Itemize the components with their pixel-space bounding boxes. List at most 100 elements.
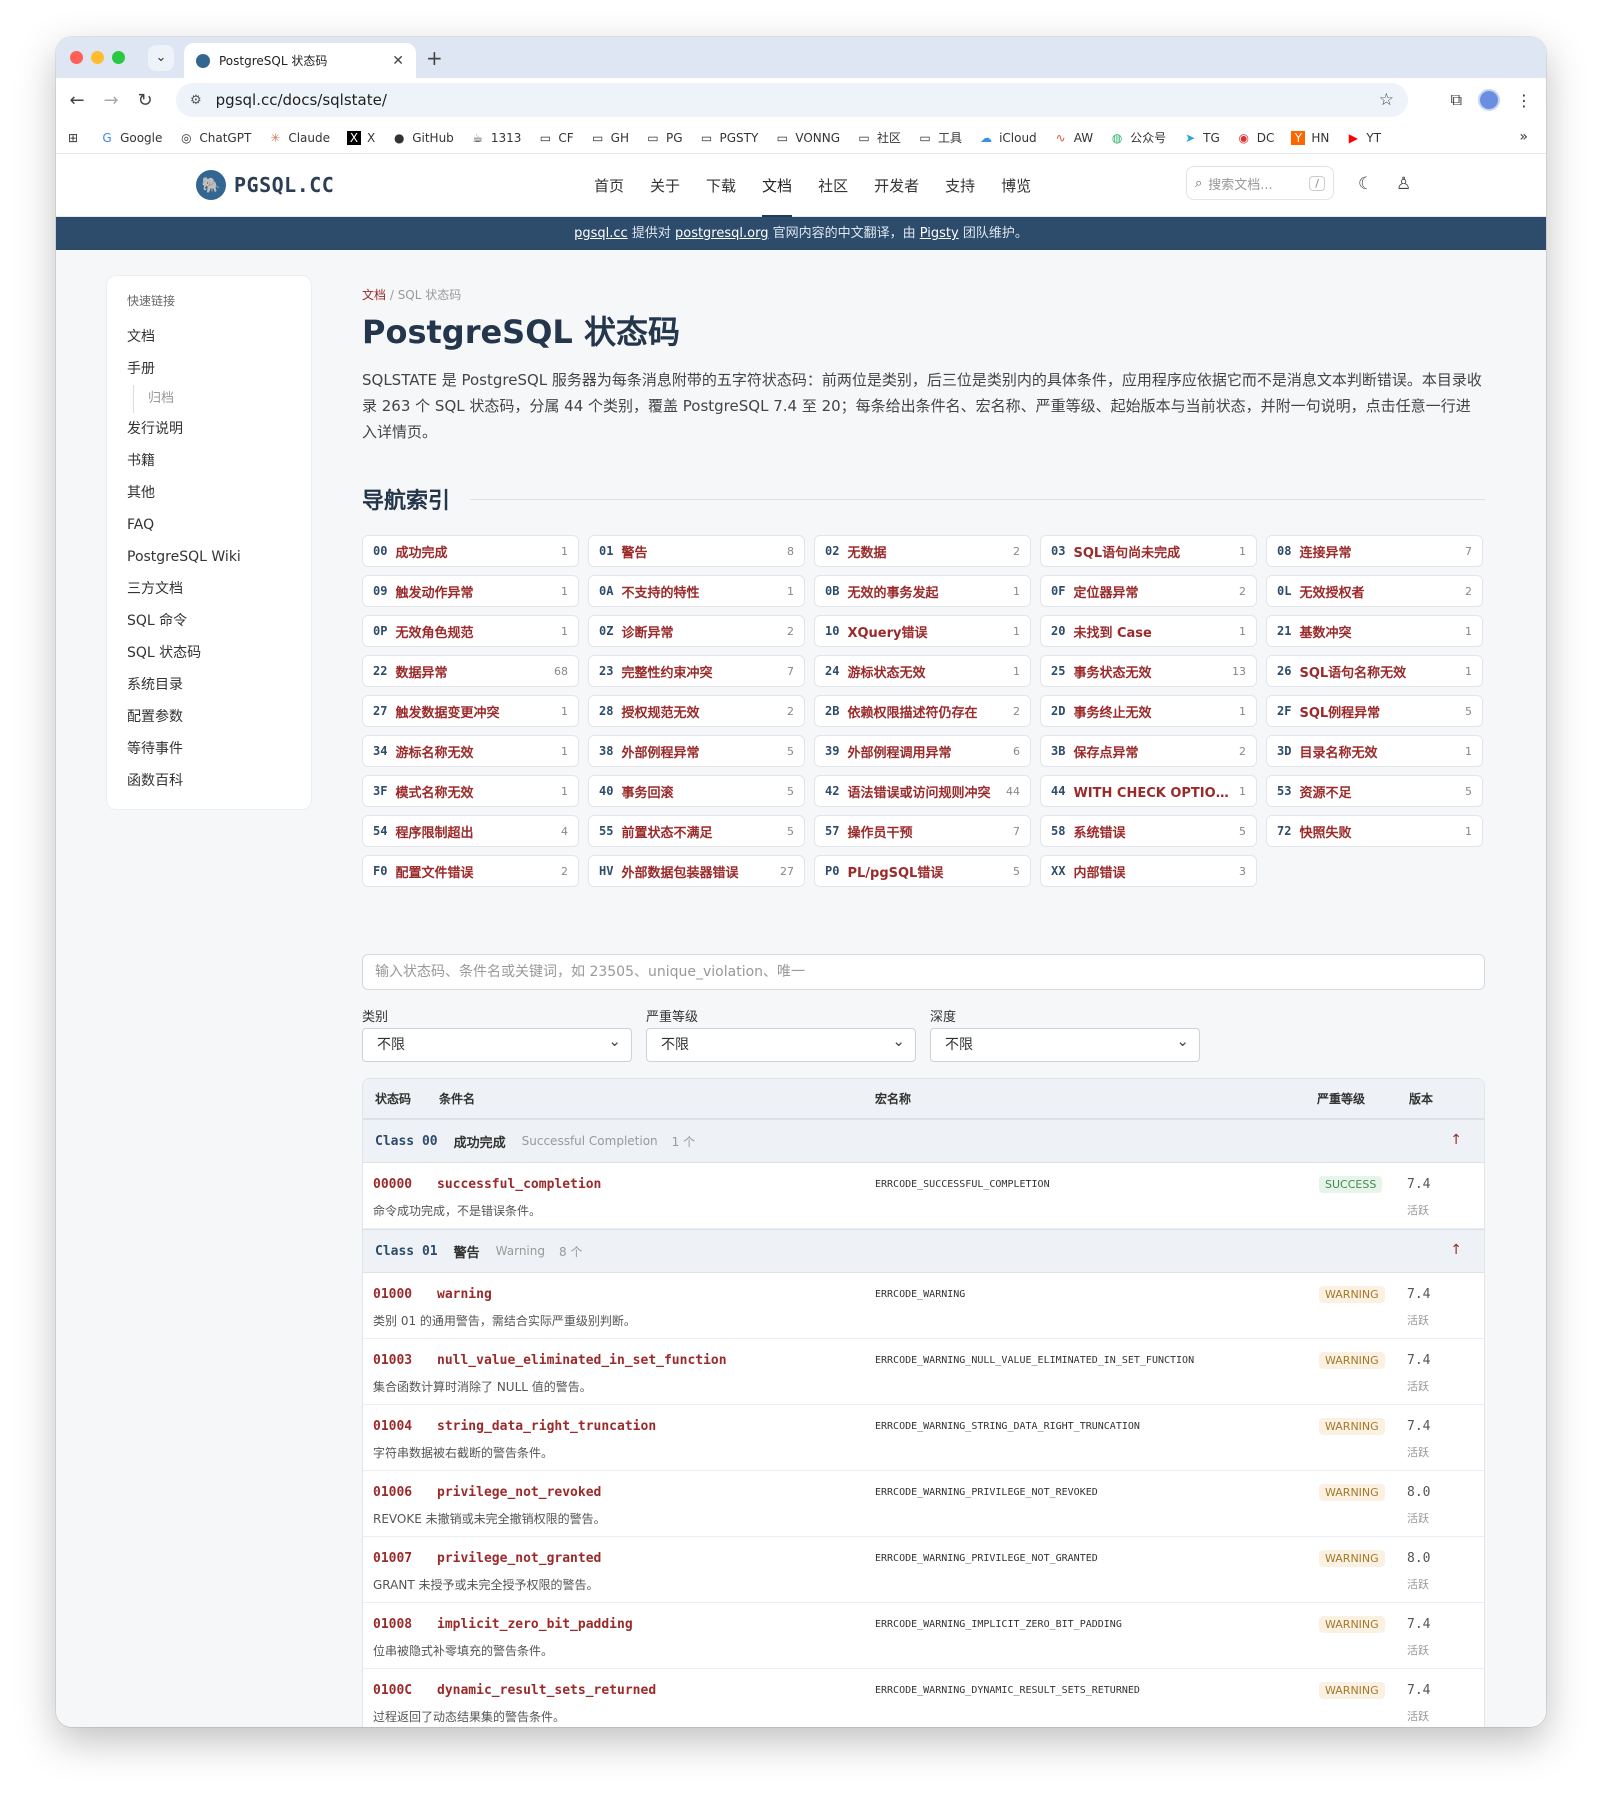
class-index-cell[interactable]: 44 WITH CHECK OPTION 冲... 1 (1040, 775, 1257, 807)
class-index-cell[interactable]: 23 完整性约束冲突 7 (588, 655, 805, 687)
nav-developers[interactable]: 开发者 (874, 175, 919, 196)
class-index-cell[interactable]: 39 外部例程调用异常 6 (814, 735, 1031, 767)
class-index-cell[interactable]: 01 警告 8 (588, 535, 805, 567)
sidebar-item-functions[interactable]: 函数百科 (127, 765, 291, 797)
profile-avatar[interactable] (1478, 89, 1500, 111)
class-index-cell[interactable]: 02 无数据 2 (814, 535, 1031, 567)
bookmark-star-icon[interactable]: ☆ (1379, 90, 1394, 110)
class-index-cell[interactable]: 09 触发动作异常 1 (362, 575, 579, 607)
header-code[interactable]: 状态码 (375, 1090, 411, 1107)
class-index-cell[interactable]: 42 语法错误或访问规则冲突 44 (814, 775, 1031, 807)
nav-home[interactable]: 首页 (594, 175, 624, 196)
class-index-cell[interactable]: 54 程序限制超出 4 (362, 815, 579, 847)
sidebar-item-catalogs[interactable]: 系统目录 (127, 669, 291, 701)
sidebar-item-sql-commands[interactable]: SQL 命令 (127, 605, 291, 637)
class-index-cell[interactable]: 58 系统错误 5 (1040, 815, 1257, 847)
sidebar-item-config[interactable]: 配置参数 (127, 701, 291, 733)
bookmark-folder-vonng[interactable]: ▭ VONNG (775, 131, 840, 145)
bookmark-chatgpt[interactable]: ◎ ChatGPT (179, 131, 251, 145)
class-index-cell[interactable]: 0Z 诊断异常 2 (588, 615, 805, 647)
bookmarks-overflow-icon[interactable]: » (1519, 129, 1528, 145)
tab-search-button[interactable]: ⌄ (148, 45, 174, 71)
class-index-cell[interactable]: 0F 定位器异常 2 (1040, 575, 1257, 607)
header-version[interactable]: 版本 (1409, 1090, 1433, 1107)
menu-kebab-icon[interactable]: ⋮ (1516, 91, 1532, 110)
nav-about[interactable]: 关于 (650, 175, 680, 196)
bookmark-dc[interactable]: ◉ DC (1237, 131, 1275, 145)
class-index-cell[interactable]: 72 快照失败 1 (1266, 815, 1483, 847)
class-index-cell[interactable]: 00 成功完成 1 (362, 535, 579, 567)
filter-class-select[interactable]: 不限 (362, 1025, 632, 1062)
bookmark-youtube[interactable]: ▶ YT (1346, 131, 1381, 145)
sidebar-item-books[interactable]: 书籍 (127, 445, 291, 477)
minimize-window-button[interactable] (91, 51, 104, 64)
nav-support[interactable]: 支持 (945, 175, 975, 196)
bookmark-folder-tools[interactable]: ▭ 工具 (918, 129, 962, 146)
filter-depth-select[interactable]: 不限 (930, 1025, 1200, 1062)
class-index-cell[interactable]: HV 外部数据包装器错误 27 (588, 855, 805, 887)
user-icon[interactable]: ♙ (1396, 174, 1411, 194)
sidebar-item-faq[interactable]: FAQ (127, 509, 291, 541)
class-index-cell[interactable]: 34 游标名称无效 1 (362, 735, 579, 767)
class-index-cell[interactable]: F0 配置文件错误 2 (362, 855, 579, 887)
class-index-cell[interactable]: 0P 无效角色规范 1 (362, 615, 579, 647)
table-row[interactable]: 00000 successful_completion 命令成功完成，不是错误条件。… (363, 1163, 1484, 1229)
bookmark-x[interactable]: XX (346, 130, 375, 145)
sidebar-item-docs[interactable]: 文档 (127, 321, 291, 353)
class-index-cell[interactable]: 2D 事务终止无效 1 (1040, 695, 1257, 727)
class-index-cell[interactable]: 26 SQL语句名称无效 1 (1266, 655, 1483, 687)
arrow-up-icon[interactable]: ↑ (1450, 1242, 1462, 1258)
table-row[interactable]: 01008 implicit_zero_bit_padding 位串被隐式补零填充的… (363, 1603, 1484, 1669)
breadcrumb-docs-link[interactable]: 文档 (362, 288, 386, 302)
bookmark-wechat[interactable]: ◍ 公众号 (1110, 129, 1166, 146)
class-index-cell[interactable]: 0B 无效的事务发起 1 (814, 575, 1031, 607)
bookmark-folder-pg[interactable]: ▭ PG (646, 131, 682, 145)
table-row[interactable]: 01007 privilege_not_granted GRANT 未授予或未完全授… (363, 1537, 1484, 1603)
banner-link-postgresql[interactable]: postgresql.org (675, 226, 768, 241)
filter-search-input[interactable]: 输入状态码、条件名或关键词，如 23505、unique_violation、唯… (362, 954, 1485, 990)
table-row[interactable]: 0100C dynamic_result_sets_returned 过程返回了动态… (363, 1669, 1484, 1727)
header-condition[interactable]: 条件名 (439, 1090, 475, 1107)
table-row[interactable]: 01006 privilege_not_revoked REVOKE 未撤销或未完全… (363, 1471, 1484, 1537)
doc-search-input[interactable]: ⌕ 搜索文档... / (1186, 166, 1334, 200)
class-index-cell[interactable]: 53 资源不足 5 (1266, 775, 1483, 807)
new-tab-button[interactable]: + (426, 46, 443, 70)
class-index-cell[interactable]: 0A 不支持的特性 1 (588, 575, 805, 607)
class-index-cell[interactable]: 28 授权规范无效 2 (588, 695, 805, 727)
class-index-cell[interactable]: 27 触发数据变更冲突 1 (362, 695, 579, 727)
sidebar-item-other[interactable]: 其他 (127, 477, 291, 509)
class-index-cell[interactable]: 03 SQL语句尚未完成 1 (1040, 535, 1257, 567)
class-index-cell[interactable]: 25 事务状态无效 13 (1040, 655, 1257, 687)
header-macro[interactable]: 宏名称 (875, 1090, 911, 1107)
reload-icon[interactable]: ↻ (128, 90, 162, 111)
nav-expo[interactable]: 博览 (1001, 175, 1031, 196)
close-window-button[interactable] (70, 51, 83, 64)
close-tab-icon[interactable]: ✕ (392, 53, 404, 69)
table-row[interactable]: 01000 warning 类别 01 的通用警告，需结合实际严重级别判断。 ERRC… (363, 1273, 1484, 1339)
site-info-icon[interactable]: ⚙ (190, 93, 202, 108)
zoom-window-button[interactable] (112, 51, 125, 64)
class-index-cell[interactable]: 10 XQuery错误 1 (814, 615, 1031, 647)
banner-link-pigsty[interactable]: Pigsty (920, 226, 959, 241)
class-index-cell[interactable]: 3B 保存点异常 2 (1040, 735, 1257, 767)
class-index-cell[interactable]: 22 数据异常 68 (362, 655, 579, 687)
class-index-cell[interactable]: 3F 模式名称无效 1 (362, 775, 579, 807)
class-index-cell[interactable]: 55 前置状态不满足 5 (588, 815, 805, 847)
arrow-up-icon[interactable]: ↑ (1450, 1132, 1462, 1148)
apps-grid-icon[interactable]: ⊞ (68, 131, 78, 145)
nav-community[interactable]: 社区 (818, 175, 848, 196)
forward-arrow-icon[interactable]: → (94, 90, 128, 111)
bookmark-github[interactable]: ● GitHub (392, 131, 454, 145)
class-index-cell[interactable]: 08 连接异常 7 (1266, 535, 1483, 567)
filter-severity-select[interactable]: 不限 (646, 1025, 916, 1062)
bookmark-1313[interactable]: ☕ 1313 (471, 131, 521, 145)
class-group-header[interactable]: Class 00 成功完成 Successful Completion 1 个 ↑ (363, 1119, 1484, 1163)
sidebar-item-manual[interactable]: 手册 (127, 353, 291, 385)
bookmark-google[interactable]: G Google (100, 131, 162, 145)
site-logo[interactable]: 🐘 PGSQL.CC (196, 170, 334, 200)
table-row[interactable]: 01004 string_data_right_truncation 字符串数据被右… (363, 1405, 1484, 1471)
bookmark-hn[interactable]: Y HN (1291, 130, 1329, 145)
class-index-cell[interactable]: 0L 无效授权者 2 (1266, 575, 1483, 607)
sidebar-item-third-party[interactable]: 三方文档 (127, 573, 291, 605)
sidebar-item-release-notes[interactable]: 发行说明 (127, 413, 291, 445)
